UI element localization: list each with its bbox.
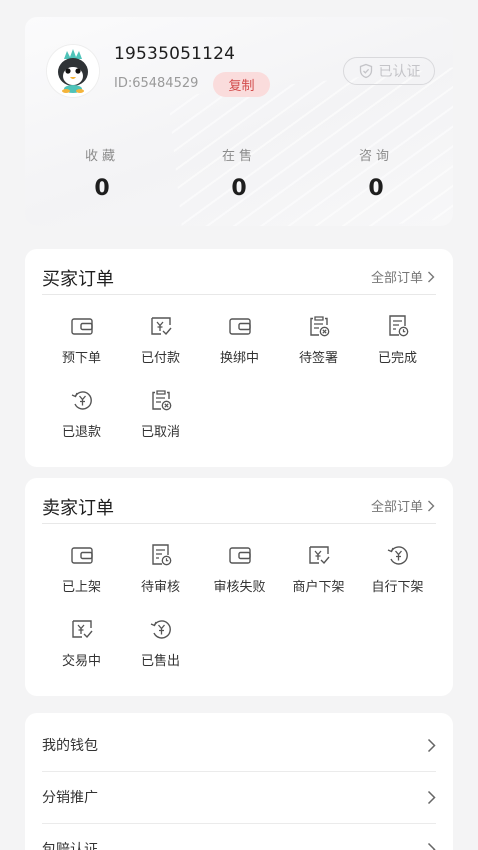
seller-orders-title: 卖家订单 [42,498,114,519]
stat-on-sale[interactable]: 在售 0 [199,145,279,201]
order-status-cancelled[interactable]: 已取消 [121,387,200,449]
yen-refund-icon [387,546,408,565]
verified-label: 已认证 [378,64,421,80]
yen-refund-icon [71,391,92,410]
stat-value: 0 [94,176,110,201]
order-status-self-delisted[interactable]: 自行下架 [358,542,437,604]
user-phone: 19535051124 [114,44,236,64]
chevron-right-icon [428,271,435,282]
order-status-label: 已取消 [140,425,180,440]
chevron-right-icon [427,790,436,804]
stat-favorites[interactable]: 收藏 0 [62,145,142,201]
order-status-label: 待签署 [298,351,338,366]
order-status-sold[interactable]: 已售出 [121,616,200,678]
seller-orders-card: 卖家订单 全部订单 已上架 待审核 审核失败 商户下架 自行下架 交易中 已售出 [25,478,453,696]
copy-id-button[interactable]: 复制 [213,72,270,97]
seller-all-orders-link[interactable]: 全部订单 [371,496,435,515]
chevron-right-icon [427,738,436,752]
order-status-label: 商户下架 [292,580,345,595]
order-status-label: 已退款 [61,425,101,440]
order-status-label: 交易中 [61,654,101,669]
chevron-right-icon [427,842,436,850]
stat-value: 0 [231,176,247,201]
wallet-icon [228,547,251,564]
divider [42,294,436,295]
all-orders-label: 全部订单 [370,271,423,286]
order-status-merchant-delisted[interactable]: 商户下架 [279,542,358,604]
menu-item-label: 包赔认证 [42,842,98,850]
order-status-to-sign[interactable]: 待签署 [279,313,358,375]
order-status-completed[interactable]: 已完成 [358,313,437,375]
order-status-label: 已售出 [140,654,180,669]
all-orders-label: 全部订单 [370,500,423,515]
order-status-rebinding[interactable]: 换绑中 [200,313,279,375]
order-status-review-failed[interactable]: 审核失败 [200,542,279,604]
document-clock-icon [151,544,171,566]
settings-menu-card: 我的钱包 分销推广 包赔认证 [25,713,453,850]
order-status-label: 已付款 [140,351,180,366]
menu-item-compensation-cert[interactable]: 包赔认证 [42,823,436,850]
avatar[interactable] [47,45,99,97]
stat-label: 咨询 [358,149,393,164]
order-status-paid[interactable]: 已付款 [121,313,200,375]
chevron-right-icon [428,500,435,511]
stat-label: 在售 [221,149,256,164]
wallet-icon [228,318,251,335]
wallet-icon [70,318,93,335]
profile-card: 19535051124 ID:65484529 复制 已认证 收藏 0 在售 0… [25,17,453,226]
wallet-icon [70,547,93,564]
order-status-in-trade[interactable]: 交易中 [42,616,121,678]
stat-inquiries[interactable]: 咨询 0 [336,145,416,201]
menu-item-distribution[interactable]: 分销推广 [42,771,436,823]
divider [42,523,436,524]
yen-check-icon [308,546,330,565]
verified-badge[interactable]: 已认证 [343,57,435,85]
menu-item-wallet[interactable]: 我的钱包 [42,719,436,771]
order-status-refunded[interactable]: 已退款 [42,387,121,449]
shield-check-icon [359,63,372,79]
order-status-label: 待审核 [140,580,180,595]
order-status-label: 已上架 [61,580,101,595]
menu-item-label: 我的钱包 [42,738,98,754]
user-id: ID:65484529 [114,76,199,91]
order-status-pending-review[interactable]: 待审核 [121,542,200,604]
order-status-label: 已完成 [377,351,417,366]
order-status-listed[interactable]: 已上架 [42,542,121,604]
order-status-pre-order[interactable]: 预下单 [42,313,121,375]
clipboard-x-icon [309,316,329,337]
yen-refund-icon [150,620,171,639]
clipboard-x-icon [151,390,171,411]
buyer-all-orders-link[interactable]: 全部订单 [371,267,435,286]
stat-label: 收藏 [84,149,119,164]
buyer-orders-title: 买家订单 [42,269,114,290]
document-clock-icon [388,315,408,337]
penguin-avatar-icon [47,45,99,97]
buyer-orders-card: 买家订单 全部订单 预下单 已付款 换绑中 待签署 已完成 已退款 已取消 [25,249,453,467]
yen-check-icon [150,317,172,336]
order-status-label: 换绑中 [219,351,259,366]
order-status-label: 预下单 [61,351,101,366]
menu-item-label: 分销推广 [42,790,98,806]
order-status-label: 自行下架 [371,580,424,595]
stat-value: 0 [368,176,384,201]
profile-stats: 收藏 0 在售 0 咨询 0 [25,145,453,209]
order-status-label: 审核失败 [213,580,266,595]
yen-check-icon [71,620,93,639]
